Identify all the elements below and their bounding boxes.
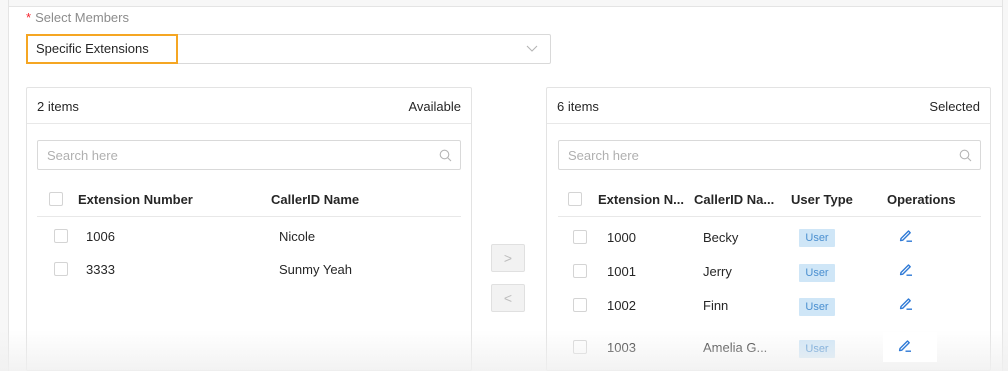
row-extension: 1003 (607, 340, 636, 355)
selected-col-operations: Operations (887, 192, 956, 207)
search-icon (439, 149, 452, 162)
available-panel: 2 items Available Extension Number Calle… (26, 87, 472, 371)
row-extension: 1006 (86, 229, 115, 244)
selected-select-all-checkbox[interactable] (568, 192, 582, 206)
chevron-down-icon[interactable] (526, 43, 538, 53)
selected-panel-header: 6 items Selected (547, 88, 990, 124)
available-select-all-checkbox[interactable] (49, 192, 63, 206)
edit-icon[interactable] (898, 295, 914, 311)
row-extension: 3333 (86, 262, 115, 277)
available-panel-header: 2 items Available (27, 88, 471, 124)
selected-col-extension: Extension N... (598, 192, 684, 207)
selected-col-callerid: CallerID Na... (694, 192, 775, 207)
row-checkbox[interactable] (54, 229, 68, 243)
select-members-label-text: Select Members (35, 10, 129, 25)
members-select-value: Specific Extensions (36, 41, 149, 56)
row-checkbox[interactable] (573, 264, 587, 278)
row-callerid: Finn (703, 298, 729, 313)
row-extension: 1000 (607, 230, 636, 245)
move-left-glyph: < (503, 290, 513, 306)
move-to-selected-button[interactable]: > (491, 244, 525, 272)
window-left-edge (0, 0, 9, 371)
edit-icon[interactable] (898, 227, 914, 243)
selected-header-divider (558, 216, 981, 217)
user-type-badge: User (799, 264, 835, 282)
selected-search[interactable] (558, 140, 981, 170)
row-checkbox[interactable] (573, 230, 587, 244)
selected-panel: 6 items Selected Extension N... CallerID… (546, 87, 991, 371)
row-callerid: Jerry (703, 264, 732, 279)
available-col-extension: Extension Number (78, 192, 193, 207)
row-callerid: Amelia G... (703, 340, 768, 355)
user-type-badge: User (799, 298, 835, 316)
selected-title: Selected (929, 99, 980, 114)
user-type-badge: User (799, 229, 835, 247)
required-mark: * (26, 10, 32, 25)
search-icon (959, 149, 972, 162)
move-to-available-button[interactable]: < (491, 284, 525, 312)
row-extension: 1001 (607, 264, 636, 279)
selected-count: 6 items (557, 99, 599, 114)
user-type-badge: User (799, 340, 835, 358)
available-search[interactable] (37, 140, 461, 170)
available-count: 2 items (37, 99, 79, 114)
window-top-edge (0, 0, 1008, 7)
row-checkbox[interactable] (573, 298, 587, 312)
select-members-label: * Select Members (26, 10, 129, 25)
row-checkbox[interactable] (54, 262, 68, 276)
available-search-input[interactable] (47, 148, 387, 163)
move-right-glyph: > (503, 250, 513, 266)
row-checkbox[interactable] (573, 340, 587, 354)
row-extension: 1002 (607, 298, 636, 313)
edit-icon[interactable] (897, 337, 913, 353)
selected-search-input[interactable] (568, 148, 908, 163)
available-col-callerid: CallerID Name (271, 192, 360, 207)
row-callerid: Nicole (279, 229, 316, 244)
edit-icon[interactable] (898, 261, 914, 277)
row-callerid: Becky (703, 230, 739, 245)
available-title: Available (408, 99, 461, 114)
selected-col-usertype: User Type (791, 192, 853, 207)
row-callerid: Sunmy Yeah (279, 262, 353, 277)
window-right-edge (1002, 0, 1008, 371)
available-header-divider (37, 216, 461, 217)
